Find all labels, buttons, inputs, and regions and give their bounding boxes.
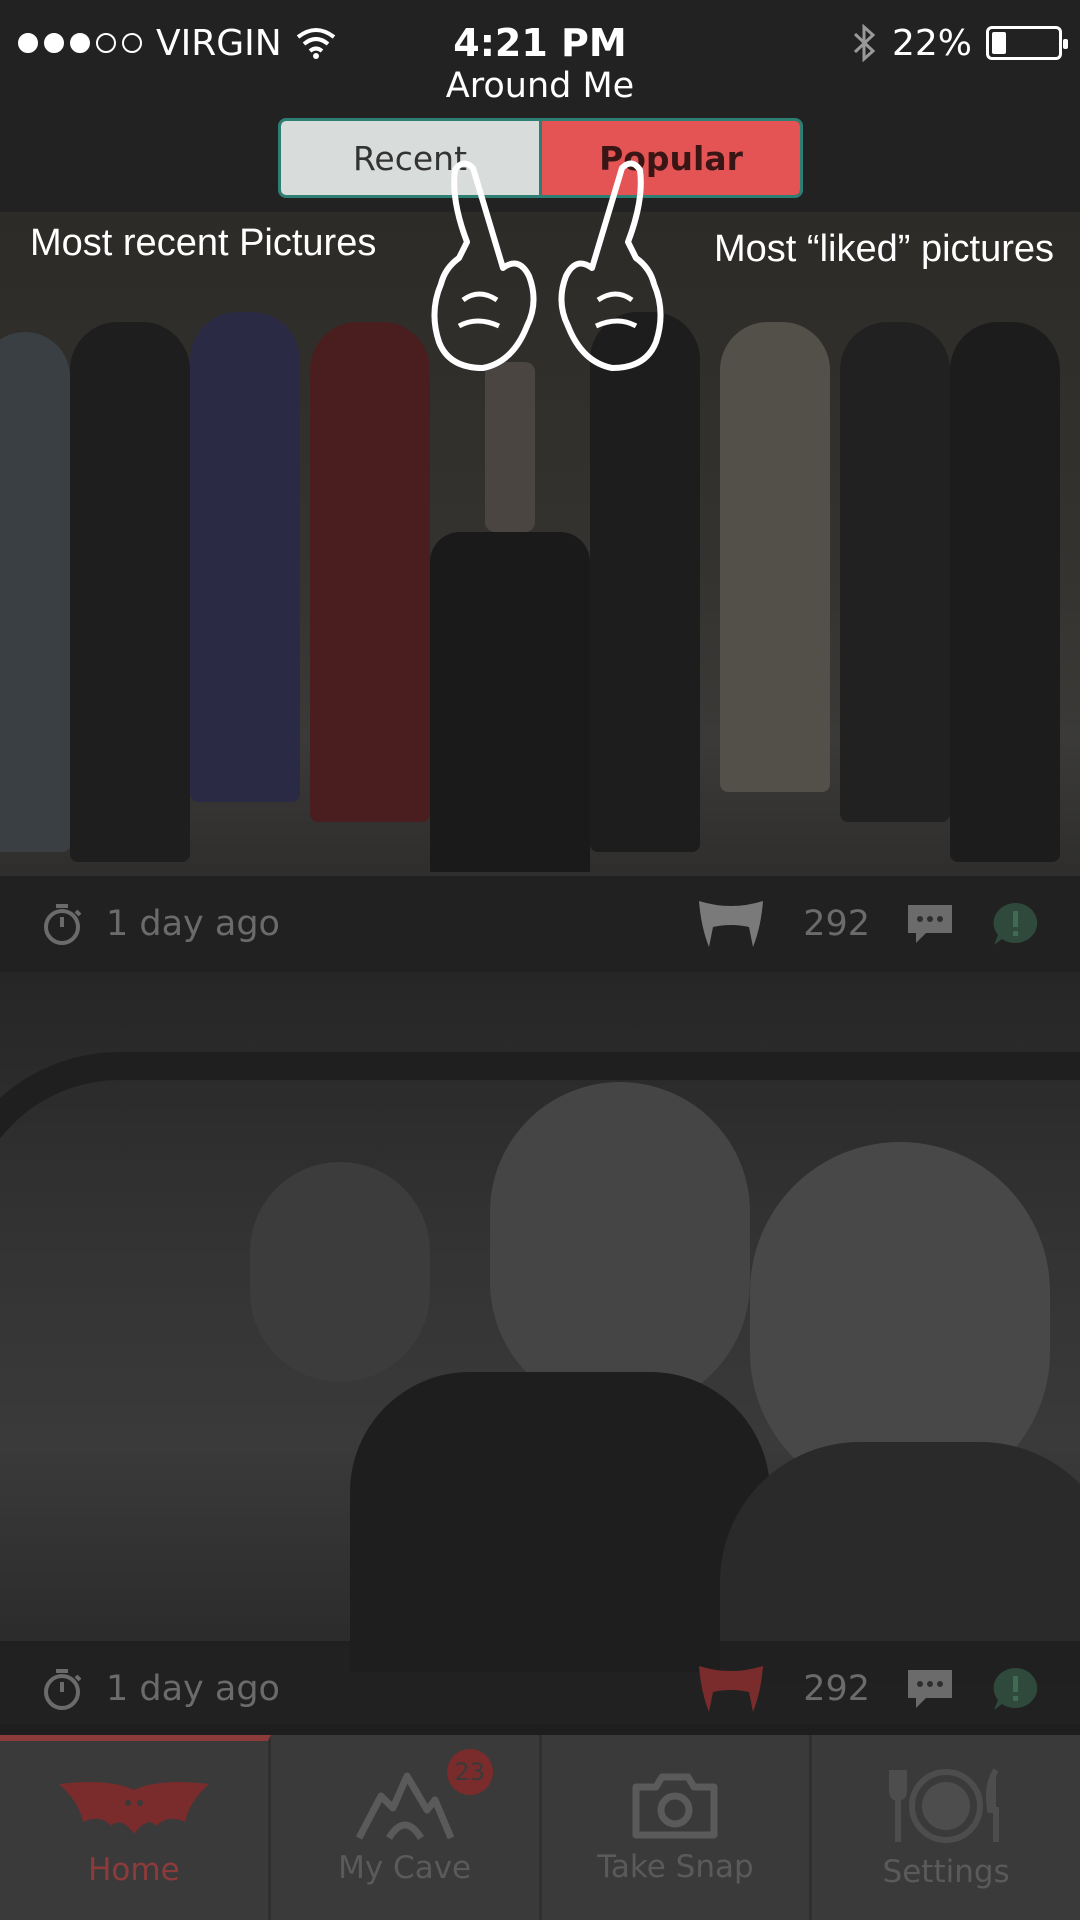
- pointing-hand-right-icon: [558, 160, 664, 371]
- tab-label: Home: [88, 1851, 180, 1888]
- mountain-icon: [355, 1770, 455, 1842]
- status-left: VIRGIN: [18, 23, 336, 64]
- post-meta-bar: 1 day ago 292: [0, 1641, 1080, 1737]
- battery-fill: [992, 32, 1007, 54]
- report-icon[interactable]: [990, 901, 1040, 947]
- post-actions: 292: [695, 1662, 1040, 1716]
- feed-photo[interactable]: [0, 972, 1080, 1737]
- tab-bar: Home 23 My Cave Take Snap Settings: [0, 1735, 1080, 1920]
- battery-percent: 22%: [891, 22, 972, 64]
- camera-icon: [630, 1771, 720, 1841]
- carrier-name: VIRGIN: [156, 22, 282, 64]
- feed-card[interactable]: 1 day ago 292: [0, 972, 1080, 1737]
- tab-take-snap[interactable]: Take Snap: [542, 1735, 813, 1920]
- fangs-like-icon[interactable]: [695, 1662, 767, 1716]
- tab-label: Settings: [882, 1853, 1010, 1890]
- stopwatch-icon: [40, 902, 84, 946]
- tab-label: My Cave: [338, 1849, 472, 1886]
- post-meta-bar: 1 day ago 292: [0, 876, 1080, 972]
- tab-settings[interactable]: Settings: [812, 1735, 1080, 1920]
- wifi-icon: [296, 27, 336, 59]
- status-right: 22%: [852, 22, 1068, 64]
- report-icon[interactable]: [990, 1666, 1040, 1712]
- tab-home[interactable]: Home: [0, 1735, 271, 1920]
- notification-badge: 23: [446, 1749, 493, 1795]
- screen: VIRGIN 4:21 PM 22% Around Me Recent Popu…: [0, 0, 1080, 1920]
- battery-icon: [986, 26, 1068, 60]
- fangs-like-icon[interactable]: [695, 897, 767, 951]
- post-time-label: 1 day ago: [106, 904, 280, 944]
- like-count: 292: [803, 1669, 870, 1709]
- tab-my-cave[interactable]: 23 My Cave: [271, 1735, 542, 1920]
- comment-icon[interactable]: [906, 903, 954, 945]
- stopwatch-icon: [40, 1667, 84, 1711]
- recent-hint-text: Most recent Pictures: [30, 222, 377, 264]
- popular-hint-text: Most “liked” pictures: [714, 228, 1054, 270]
- bluetooth-icon: [852, 23, 878, 63]
- post-actions: 292: [695, 897, 1040, 951]
- signal-strength-icon: [18, 33, 142, 53]
- bat-icon: [49, 1774, 219, 1844]
- pointing-hand-left-icon: [431, 160, 537, 371]
- like-count: 292: [803, 904, 870, 944]
- post-time: 1 day ago: [40, 1667, 695, 1711]
- post-time: 1 day ago: [40, 902, 695, 946]
- page-title: Around Me: [445, 66, 635, 106]
- tab-label: Take Snap: [597, 1848, 754, 1885]
- plate-cutlery-icon: [886, 1766, 1006, 1846]
- post-time-label: 1 day ago: [106, 1669, 280, 1709]
- comment-icon[interactable]: [906, 1668, 954, 1710]
